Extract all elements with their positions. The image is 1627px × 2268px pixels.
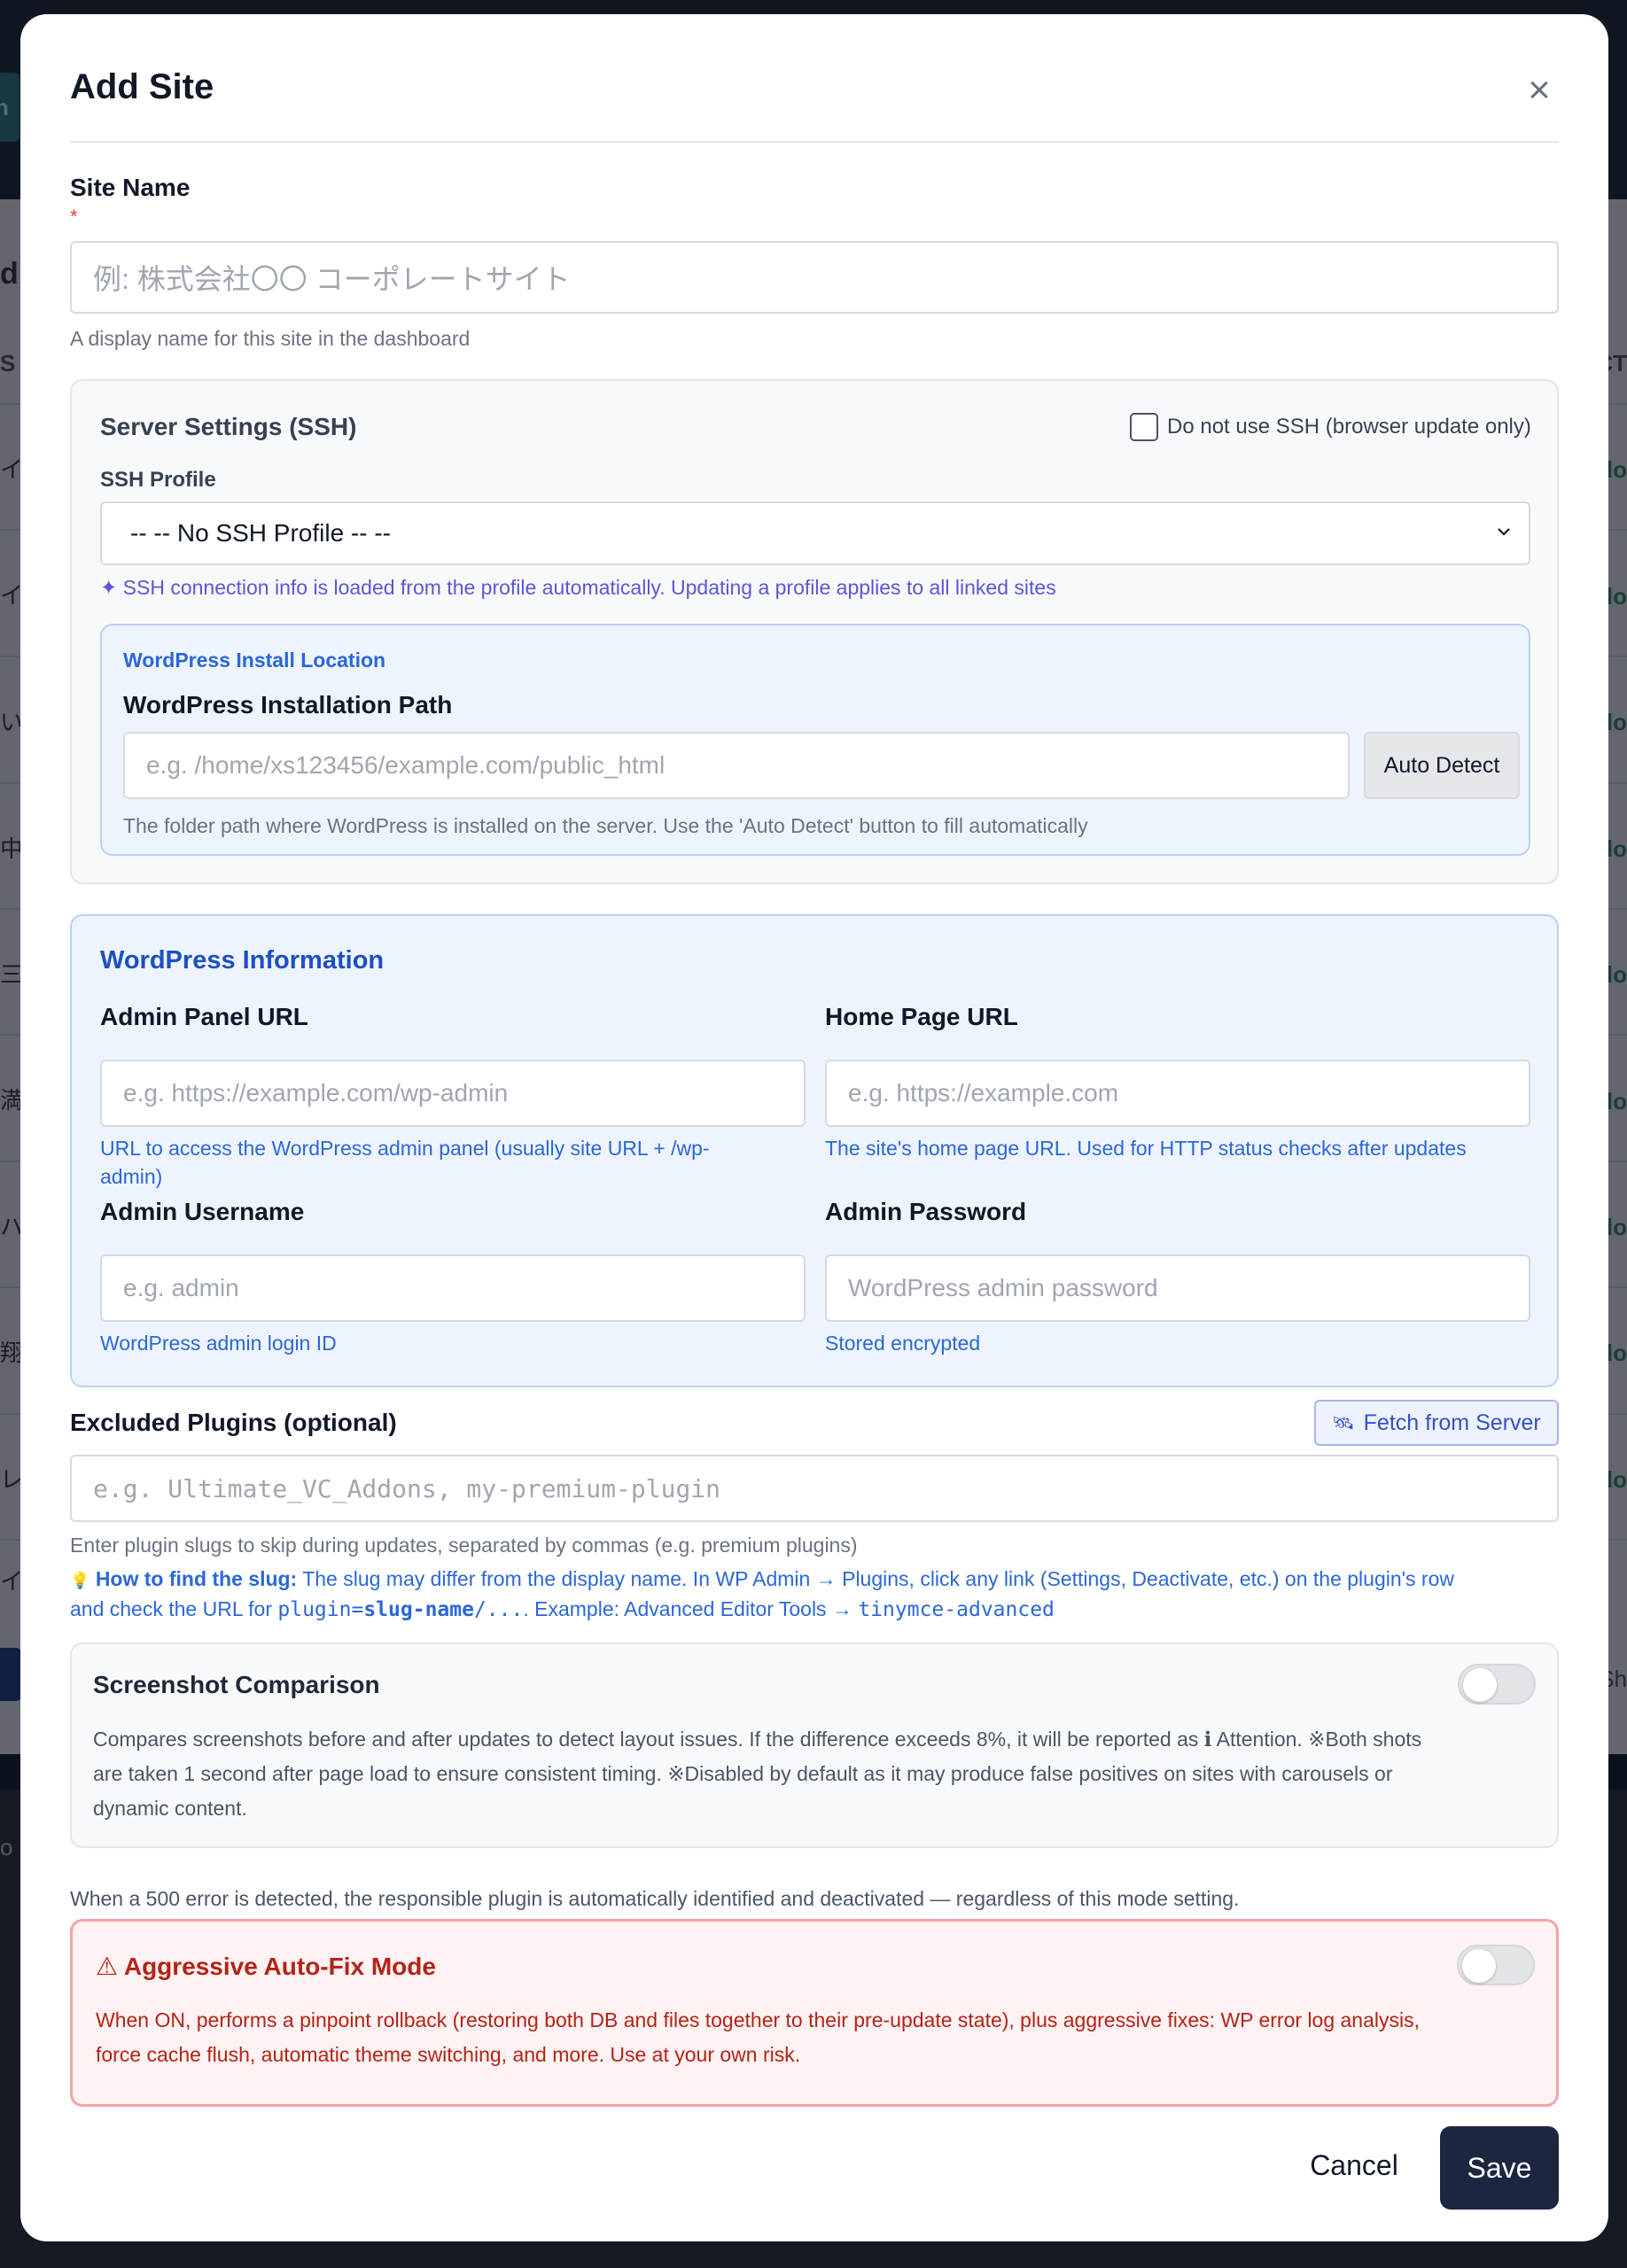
ssh-profile-info: ✦ SSH connection info is loaded from the… (100, 576, 1056, 599)
fetch-from-server-button[interactable]: 🛰 Fetch from Server (1314, 1400, 1559, 1446)
wp-path-label: WordPress Installation Path (123, 691, 453, 718)
admin-username-help: WordPress admin login ID (100, 1332, 337, 1355)
required-mark: * (70, 206, 78, 228)
admin-password-label: Admin Password (825, 1198, 1027, 1225)
save-button[interactable]: Save (1440, 2126, 1559, 2210)
wp-path-help: The folder path where WordPress is insta… (123, 814, 1088, 837)
aggressive-autofix-title: ⚠ Aggressive Auto-Fix Mode (96, 1953, 436, 1980)
screenshot-comparison-description: Compares screenshots before and after up… (93, 1728, 1422, 1820)
cancel-button[interactable]: Cancel (1296, 2126, 1412, 2204)
site-name-help: A display name for this site in the dash… (70, 327, 471, 350)
admin-password-input[interactable]: WordPress admin password (825, 1254, 1530, 1322)
excluded-plugins-help: Enter plugin slugs to skip during update… (70, 1534, 858, 1557)
excluded-plugins-label: Excluded Plugins (optional) (70, 1409, 397, 1436)
wp-install-location-title: WordPress Install Location (123, 649, 386, 672)
wp-info-title: WordPress Information (100, 946, 385, 975)
aggressive-autofix-toggle[interactable] (1457, 1945, 1535, 1985)
lightbulb-icon: 💡 (70, 1572, 90, 1589)
slug-tip: 💡 How to find the slug: The slug may dif… (70, 1567, 1454, 1621)
add-site-modal: Add Site × Site Name * 例: 株式会社〇〇 コーポレートサ… (20, 14, 1608, 2241)
wp-install-location-section: WordPress Install Location WordPress Ins… (100, 624, 1530, 856)
admin-url-label: Admin Panel URL (100, 1003, 308, 1030)
auto-detect-button[interactable]: Auto Detect (1364, 732, 1520, 799)
excluded-plugins-input[interactable]: e.g. Ultimate_VC_Addons, my-premium-plug… (70, 1455, 1559, 1522)
admin-password-help: Stored encrypted (825, 1332, 981, 1355)
wordpress-information-section: WordPress Information Admin Panel URL e.… (70, 914, 1559, 1387)
ssh-profile-label: SSH Profile (100, 468, 216, 492)
admin-username-label: Admin Username (100, 1198, 305, 1225)
ssh-section-title: Server Settings (SSH) (100, 413, 357, 440)
close-icon[interactable]: × (1520, 71, 1559, 110)
aggressive-autofix-section: ⚠ Aggressive Auto-Fix Mode When ON, perf… (70, 1919, 1559, 2107)
wp-path-input[interactable]: e.g. /home/xs123456/example.com/public_h… (123, 732, 1350, 799)
ssh-settings-section: Server Settings (SSH) Do not use SSH (br… (70, 379, 1559, 884)
error-500-note: When a 500 error is detected, the respon… (70, 1887, 1240, 1910)
modal-header: Add Site × (70, 50, 1559, 143)
site-name-label: Site Name (70, 174, 191, 201)
modal-title: Add Site (70, 67, 214, 106)
admin-url-input[interactable]: e.g. https://example.com/wp-admin (100, 1060, 806, 1127)
home-url-help: The site's home page URL. Used for HTTP … (825, 1137, 1467, 1160)
chevron-down-icon (1498, 528, 1510, 536)
admin-username-input[interactable]: e.g. admin (100, 1254, 806, 1322)
home-url-label: Home Page URL (825, 1003, 1018, 1030)
screenshot-comparison-section: Screenshot Comparison Compares screensho… (70, 1643, 1559, 1848)
screenshot-comparison-toggle[interactable] (1458, 1664, 1536, 1705)
admin-url-help: URL to access the WordPress admin panel … (100, 1137, 710, 1188)
site-name-input[interactable]: 例: 株式会社〇〇 コーポレートサイト (70, 241, 1559, 314)
no-ssh-checkbox[interactable] (1130, 413, 1158, 441)
satellite-icon: 🛰 (1332, 1413, 1355, 1433)
aggressive-autofix-description: When ON, performs a pinpoint rollback (r… (96, 2008, 1421, 2066)
home-url-input[interactable]: e.g. https://example.com (825, 1060, 1530, 1127)
screenshot-comparison-title: Screenshot Comparison (93, 1671, 380, 1698)
no-ssh-label[interactable]: Do not use SSH (browser update only) (1167, 415, 1531, 439)
ssh-profile-select[interactable]: -- -- No SSH Profile -- -- (100, 501, 1530, 565)
